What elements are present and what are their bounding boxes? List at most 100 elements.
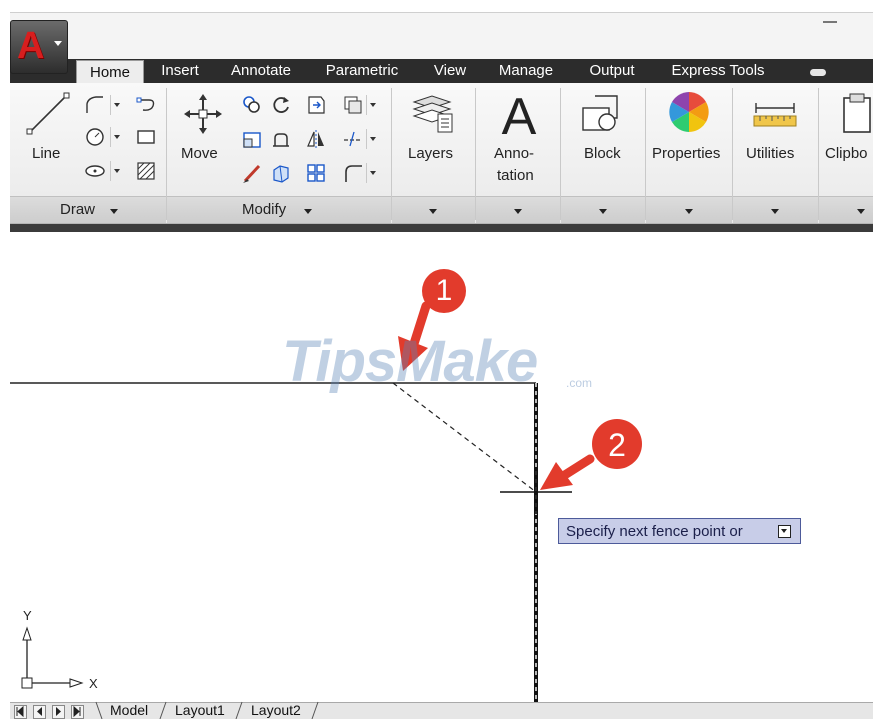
tab-express-tools[interactable]: Express Tools	[662, 59, 774, 83]
polyline-dropdown[interactable]	[110, 95, 123, 115]
stretch-button[interactable]	[241, 128, 263, 150]
hatch-button[interactable]	[135, 160, 157, 182]
utilities-button[interactable]	[752, 98, 798, 134]
ellipse-icon	[85, 165, 105, 177]
spline-button[interactable]	[135, 94, 157, 116]
fillet-button[interactable]	[342, 162, 364, 184]
layer-state-icon	[344, 96, 362, 114]
layers-button[interactable]	[410, 92, 456, 136]
line-tool-button[interactable]	[26, 92, 70, 136]
line-label: Line	[32, 145, 61, 162]
copy-button[interactable]	[241, 94, 263, 116]
chevron-down-icon	[429, 209, 437, 214]
properties-label: Properties	[652, 145, 721, 162]
chevron-down-icon	[304, 209, 312, 214]
polyline-button[interactable]	[84, 94, 106, 116]
draw-panel-title: Draw	[60, 201, 96, 218]
chevron-down-icon	[685, 209, 693, 214]
annotation-label-line1: Anno-	[494, 145, 535, 162]
modify-panel-title: Modify	[242, 201, 287, 218]
clipboard-button[interactable]	[840, 92, 873, 136]
annotation-label-line2: tation	[497, 167, 534, 184]
trim-button[interactable]	[305, 94, 327, 116]
break-dropdown[interactable]	[366, 129, 379, 149]
tab-view[interactable]: View	[425, 59, 475, 83]
fillet-icon	[345, 165, 362, 182]
prompt-text: Specify next fence point or	[566, 523, 743, 540]
dynamic-input-prompt: Specify next fence point or	[558, 518, 801, 544]
stretch-icon	[243, 132, 261, 148]
move-tool-button[interactable]	[184, 92, 222, 136]
tab-layout2[interactable]: Layout2	[251, 702, 301, 718]
block-label: Block	[584, 145, 621, 162]
tab-insert[interactable]: Insert	[150, 59, 210, 83]
utilities-label: Utilities	[746, 145, 795, 162]
ribbon-tab-bar: Home Insert Annotate Parametric View Man…	[72, 59, 873, 84]
erase-dropdown[interactable]	[366, 95, 379, 115]
circle-button[interactable]	[84, 126, 106, 148]
clipboard-icon	[843, 93, 871, 133]
move-label: Move	[181, 145, 218, 162]
chevron-down-icon	[771, 209, 779, 214]
clipboard-label: Clipbo	[825, 145, 868, 162]
application-menu-button[interactable]: A	[10, 20, 68, 74]
match-properties-button[interactable]	[241, 162, 263, 184]
block-button[interactable]	[579, 92, 625, 136]
circle-dropdown[interactable]	[110, 127, 123, 147]
spline-icon	[136, 97, 155, 111]
ribbon-minimize-toggle[interactable]	[810, 69, 826, 76]
rotate-icon	[273, 97, 289, 113]
tab-model[interactable]: Model	[110, 702, 148, 718]
tab-layout1[interactable]: Layout1	[175, 702, 225, 718]
layers-label: Layers	[408, 145, 454, 162]
minimize-icon	[823, 21, 837, 23]
mirror-button[interactable]	[305, 128, 327, 150]
annotation-button[interactable]: A	[497, 88, 541, 146]
callout-number-1: 1	[435, 274, 453, 307]
rect-array-button[interactable]	[305, 162, 327, 184]
chevron-down-icon	[857, 209, 865, 214]
chevron-down-icon	[514, 209, 522, 214]
first-tab-button[interactable]	[14, 705, 27, 719]
chevron-down-icon	[110, 209, 118, 214]
options-down-arrow-icon[interactable]	[778, 525, 791, 538]
ribbon-bottom-band	[10, 224, 873, 232]
chevron-down-icon	[599, 209, 607, 214]
text-a-icon: A	[502, 88, 537, 146]
previous-tab-button[interactable]	[33, 705, 46, 719]
fillet-dropdown[interactable]	[366, 163, 379, 183]
tab-output[interactable]: Output	[578, 59, 646, 83]
array-icon	[273, 165, 289, 183]
circle-icon	[86, 128, 104, 146]
polyline-icon	[86, 96, 103, 113]
tab-annotate[interactable]: Annotate	[222, 59, 300, 83]
paintbrush-icon	[243, 164, 261, 183]
mirror-copy-button[interactable]	[270, 128, 292, 150]
layers-icon	[412, 95, 453, 133]
ellipse-dropdown[interactable]	[110, 161, 123, 181]
rectangle-button[interactable]	[135, 126, 157, 148]
erase-button[interactable]	[342, 94, 364, 116]
hatch-icon	[137, 162, 155, 180]
tab-parametric[interactable]: Parametric	[317, 59, 407, 83]
tab-manage[interactable]: Manage	[490, 59, 562, 83]
ellipse-button[interactable]	[84, 160, 106, 182]
svg-text:A: A	[502, 88, 537, 140]
break-icon	[344, 131, 362, 147]
grid-array-icon	[307, 164, 325, 182]
ucs-y-label: Y	[23, 608, 32, 623]
break-button[interactable]	[342, 128, 364, 150]
tab-home[interactable]: Home	[76, 60, 144, 84]
color-wheel-icon	[669, 92, 709, 132]
minimize-button[interactable]	[817, 13, 843, 39]
rotate-button[interactable]	[270, 94, 292, 116]
ucs-x-label: X	[89, 676, 98, 691]
next-tab-button[interactable]	[52, 705, 65, 719]
3d-box-button[interactable]	[270, 162, 292, 184]
autocad-logo-icon: A	[17, 25, 45, 67]
properties-button[interactable]	[667, 90, 711, 134]
last-tab-button[interactable]	[71, 705, 84, 719]
array-path-icon	[273, 133, 289, 147]
callout-number-2: 2	[608, 427, 626, 463]
trim-icon	[308, 96, 325, 114]
